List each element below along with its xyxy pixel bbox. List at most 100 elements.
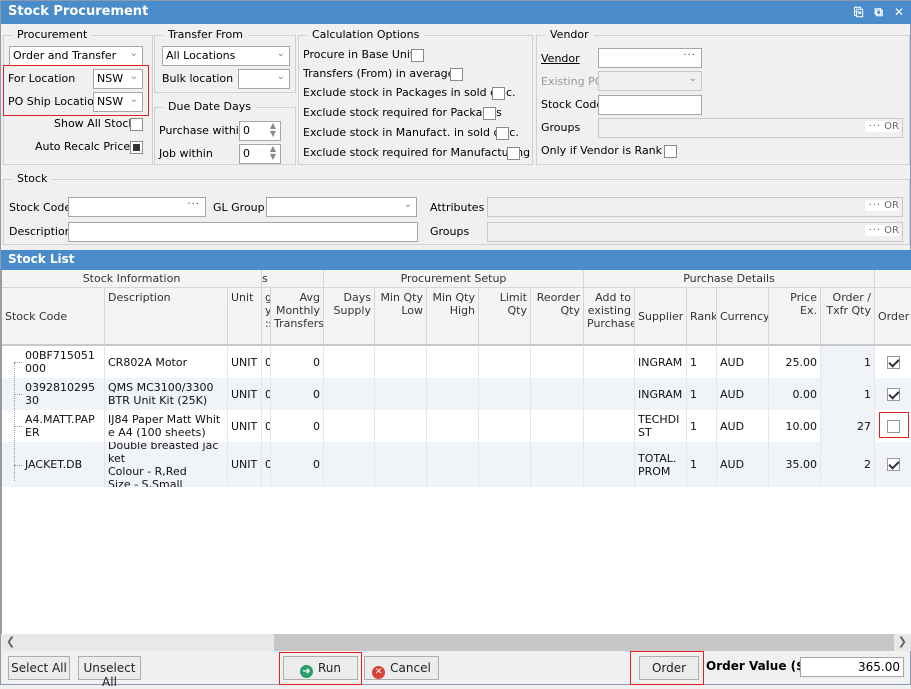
cell-add-existing <box>584 442 635 487</box>
cancel-button[interactable]: ✕ Cancel <box>364 656 439 680</box>
gl-group-select[interactable]: ⌄ <box>266 197 417 217</box>
procure-base-units-checkbox[interactable] <box>411 49 424 62</box>
spin-arrows-icon[interactable]: ▲ ▼ <box>270 122 276 138</box>
col-stock-code[interactable]: Stock Code <box>2 288 105 346</box>
for-location-select[interactable]: NSW ⌄ <box>93 69 143 89</box>
show-all-stock-checkbox[interactable] <box>130 118 143 131</box>
table-row[interactable]: JACKET.DB Double breasted jacket Colour -… <box>2 442 911 487</box>
vendor-field[interactable]: ··· <box>598 48 702 68</box>
col-limit-qty[interactable]: Limit Qty <box>479 288 531 346</box>
cell-order[interactable] <box>875 410 911 442</box>
ellipsis-icon[interactable]: ··· <box>683 50 696 61</box>
cell-min-low <box>375 410 427 442</box>
order-checkbox[interactable] <box>886 387 900 401</box>
stock-groups-label: Groups <box>430 225 470 238</box>
col-days-supply[interactable]: Days Supply <box>324 288 375 346</box>
table-row[interactable]: A4.MATT.PAPER IJ84 Paper Matt White A4 (1… <box>2 410 911 442</box>
exclude-packages-sold-checkbox[interactable] <box>492 87 505 100</box>
col-price-ex[interactable]: Price Ex. <box>769 288 821 346</box>
cell-order[interactable] <box>875 346 911 378</box>
col-sales[interactable]: g y :s <box>262 288 271 346</box>
cell-price-ex: 10.00 <box>769 410 821 442</box>
col-description[interactable]: Description <box>105 288 228 346</box>
cell-unit: UNIT <box>228 410 262 442</box>
col-unit[interactable]: Unit <box>228 288 262 346</box>
select-all-button[interactable]: Select All <box>8 656 70 680</box>
exclude-required-manufacturing-checkbox[interactable] <box>507 147 520 160</box>
cell-days-supply <box>324 410 375 442</box>
purchase-within-spinner[interactable]: 0 ▲ ▼ <box>239 121 281 141</box>
order-button[interactable]: Order <box>639 656 699 680</box>
cell-order[interactable] <box>875 378 911 410</box>
col-supplier[interactable]: Supplier <box>635 288 687 346</box>
calc-option-label: Exclude stock in Manufact. in sold calc. <box>303 126 519 139</box>
spin-arrows-icon[interactable]: ▲ ▼ <box>270 145 276 161</box>
stock-groups-field[interactable]: ··· OR <box>487 222 903 242</box>
calc-option-label: Exclude stock required for Manufacturing <box>303 146 531 159</box>
unselect-all-button[interactable]: Unselect All <box>78 656 141 689</box>
col-min-qty-low[interactable]: Min Qty Low <box>375 288 427 346</box>
cell-min-high <box>427 442 479 487</box>
horizontal-scrollbar[interactable]: ❮ ❯ <box>2 634 911 651</box>
col-reorder-qty[interactable]: Reorder Qty <box>531 288 584 346</box>
attributes-label: Attributes <box>430 201 485 214</box>
description-field[interactable] <box>68 222 418 242</box>
po-ship-location-select[interactable]: NSW ⌄ <box>93 92 143 112</box>
cell-reorder <box>531 442 584 487</box>
close-icon[interactable]: ✕ <box>894 5 904 20</box>
vendor-stock-code-field[interactable] <box>598 95 702 115</box>
run-button[interactable]: ➜ Run <box>283 656 358 680</box>
table-row[interactable]: 00BF715051000 CR802A Motor UNIT 0 0 INGRAM 1 AU… <box>2 346 911 378</box>
cell-min-high <box>427 378 479 410</box>
col-min-qty-high[interactable]: Min Qty High <box>427 288 479 346</box>
stock-code-field[interactable]: ··· <box>68 197 206 217</box>
order-checkbox[interactable] <box>886 419 900 433</box>
band-purchase-details: Purchase Details <box>584 270 875 288</box>
existing-po-select[interactable]: ⌄ <box>598 71 702 91</box>
cell-stock-code: 00BF715051000 <box>22 346 105 378</box>
cell-order[interactable] <box>875 442 911 487</box>
exclude-required-packages-checkbox[interactable] <box>483 107 496 120</box>
cell-text: JACKET.DB <box>25 458 83 471</box>
existing-po-label: Existing PO <box>541 75 604 88</box>
scroll-right-icon[interactable]: ❯ <box>898 635 907 648</box>
attributes-field[interactable]: ··· OR <box>487 197 903 217</box>
purchase-within-label: Purchase within <box>159 124 246 137</box>
ellipsis-or-button[interactable]: ··· OR <box>864 225 899 236</box>
transfers-in-averages-checkbox[interactable] <box>450 68 463 81</box>
chevron-down-icon: ⌄ <box>129 71 138 82</box>
job-within-spinner[interactable]: 0 ▲ ▼ <box>239 144 281 164</box>
order-checkbox[interactable] <box>886 458 900 471</box>
procurement-mode-select[interactable]: Order and Transfer ⌄ <box>9 46 143 66</box>
cell-text: 1 <box>690 458 697 471</box>
col-avg-transfers[interactable]: Avg Monthly Transfers <box>271 288 324 346</box>
ellipsis-or-button[interactable]: ··· OR <box>864 200 899 211</box>
scrollbar-thumb[interactable] <box>274 634 894 651</box>
rank1-checkbox[interactable] <box>664 145 677 158</box>
auto-recalc-checkbox[interactable] <box>130 141 143 154</box>
order-checkbox[interactable] <box>886 355 900 369</box>
stock-code-label: Stock Code <box>9 201 72 214</box>
vendor-groups-field[interactable]: ··· OR <box>598 118 903 138</box>
chevron-down-icon: ⌄ <box>276 48 285 59</box>
window-title: Stock Procurement <box>8 4 149 19</box>
chevron-down-icon: ⌄ <box>276 71 285 82</box>
col-order[interactable]: Order <box>875 288 911 346</box>
col-currency[interactable]: Currency <box>717 288 769 346</box>
cell-text: 0 <box>313 419 320 433</box>
ellipsis-or-button[interactable]: ··· OR <box>864 121 899 132</box>
transfer-from-select[interactable]: All Locations ⌄ <box>162 46 290 66</box>
scroll-left-icon[interactable]: ❮ <box>6 635 15 648</box>
col-rank[interactable]: Rank <box>687 288 717 346</box>
cell-order-qty: 27 <box>821 410 875 442</box>
cell-supplier: TECHDIST <box>635 410 687 442</box>
table-row[interactable]: 039281029530 QMS MC3100/3300 BTR Unit Kit… <box>2 378 911 410</box>
pin-icon[interactable]: ⎘ <box>854 5 864 20</box>
bulk-location-select[interactable]: ⌄ <box>238 69 290 89</box>
cell-add-existing <box>584 378 635 410</box>
exclude-manufact-sold-checkbox[interactable] <box>496 127 509 140</box>
col-order-qty[interactable]: Order / Txfr Qty <box>821 288 875 346</box>
restore-icon[interactable]: ⧉ <box>874 5 883 20</box>
ellipsis-icon[interactable]: ··· <box>187 199 200 210</box>
col-add-existing[interactable]: Add to existing Purchase <box>584 288 635 346</box>
